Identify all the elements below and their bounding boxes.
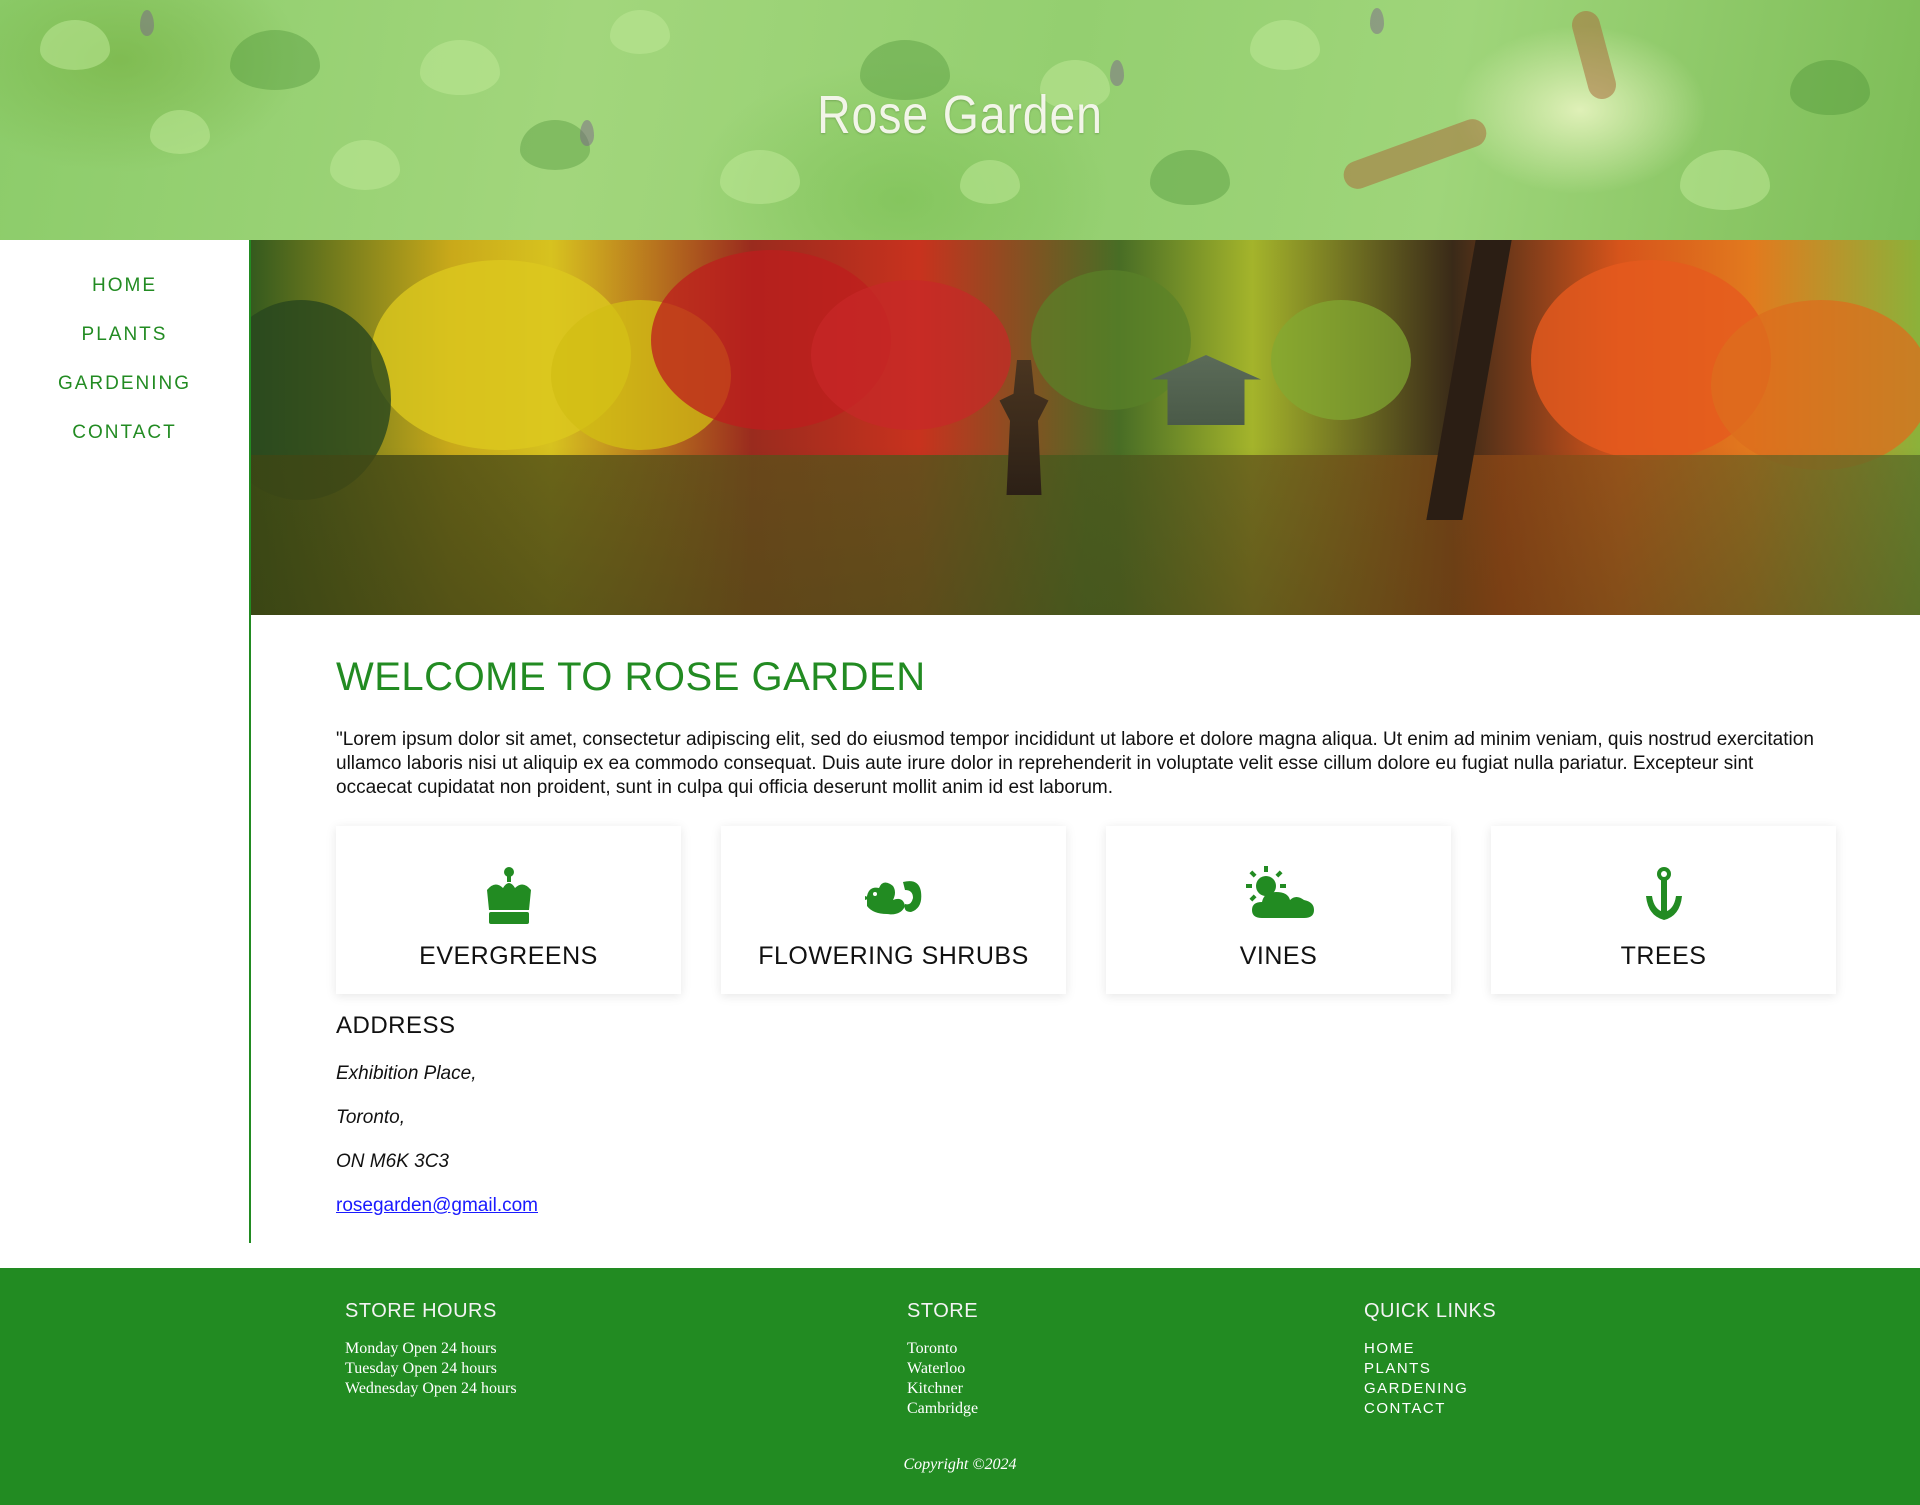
card-trees[interactable]: TREES xyxy=(1491,826,1836,994)
card-label: EVERGREENS xyxy=(419,942,598,970)
store-row: Waterloo xyxy=(907,1360,966,1377)
footer-store: STORE Toronto Waterloo Kitchner Cambridg… xyxy=(907,1300,978,1419)
address-line: Toronto, xyxy=(336,1107,406,1128)
footer-link-contact[interactable]: CONTACT xyxy=(1364,1399,1496,1419)
intro-paragraph: "Lorem ipsum dolor sit amet, consectetur… xyxy=(336,729,1814,798)
category-cards: EVERGREENS FLOWERING SHRUBS VINES TREES xyxy=(336,826,1838,996)
address-line: Exhibition Place, xyxy=(336,1063,477,1084)
page-title: WELCOME TO ROSE GARDEN xyxy=(336,655,926,699)
footer-quick-links: QUICK LINKS HOME PLANTS GARDENING CONTAC… xyxy=(1364,1300,1496,1419)
crown-icon xyxy=(336,866,681,924)
copyright-text: Copyright ©2024 xyxy=(903,1456,1017,1473)
footer-link-gardening[interactable]: GARDENING xyxy=(1364,1379,1496,1399)
anchor-icon xyxy=(1491,866,1836,922)
email-link[interactable]: rosegarden@gmail.com xyxy=(336,1193,538,1218)
footer: STORE HOURS Monday Open 24 hours Tuesday… xyxy=(0,1268,1920,1505)
hours-row: Wednesday Open 24 hours xyxy=(345,1380,517,1397)
footer-store-hours: STORE HOURS Monday Open 24 hours Tuesday… xyxy=(345,1300,517,1399)
footer-heading: STORE xyxy=(907,1300,979,1322)
address-heading: ADDRESS xyxy=(336,1012,456,1039)
store-row: Kitchner xyxy=(907,1380,963,1397)
footer-heading: QUICK LINKS xyxy=(1364,1300,1497,1322)
card-flowering-shrubs[interactable]: FLOWERING SHRUBS xyxy=(721,826,1066,994)
nav-gardening[interactable]: GARDENING xyxy=(0,359,249,408)
site-title: Rose Garden xyxy=(817,85,1103,145)
dragon-icon xyxy=(721,866,1066,922)
hours-row: Monday Open 24 hours xyxy=(345,1340,497,1357)
card-vines[interactable]: VINES xyxy=(1106,826,1451,994)
footer-heading: STORE HOURS xyxy=(345,1300,497,1322)
hours-row: Tuesday Open 24 hours xyxy=(345,1360,497,1377)
card-label: TREES xyxy=(1620,942,1707,970)
sidebar: HOME PLANTS GARDENING CONTACT xyxy=(0,240,251,1243)
address-block: ADDRESS Exhibition Place, Toronto, ON M6… xyxy=(336,1012,538,1218)
address-line: ON M6K 3C3 xyxy=(336,1151,449,1172)
main-content: WELCOME TO ROSE GARDEN "Lorem ipsum dolo… xyxy=(336,640,1836,1216)
store-row: Cambridge xyxy=(907,1400,979,1417)
sidebar-nav: HOME PLANTS GARDENING CONTACT xyxy=(0,261,249,457)
card-evergreens[interactable]: EVERGREENS xyxy=(336,826,681,994)
nav-contact[interactable]: CONTACT xyxy=(0,408,249,457)
nav-home[interactable]: HOME xyxy=(0,261,249,310)
footer-link-home[interactable]: HOME xyxy=(1364,1339,1496,1359)
store-row: Toronto xyxy=(907,1340,958,1357)
hero-garden-image xyxy=(251,240,1920,615)
footer-link-plants[interactable]: PLANTS xyxy=(1364,1359,1496,1379)
card-label: VINES xyxy=(1239,942,1318,970)
header-banner: Rose Garden xyxy=(0,0,1920,240)
cloud-sun-icon xyxy=(1106,866,1451,922)
card-label: FLOWERING SHRUBS xyxy=(758,942,1029,970)
nav-plants[interactable]: PLANTS xyxy=(0,310,249,359)
